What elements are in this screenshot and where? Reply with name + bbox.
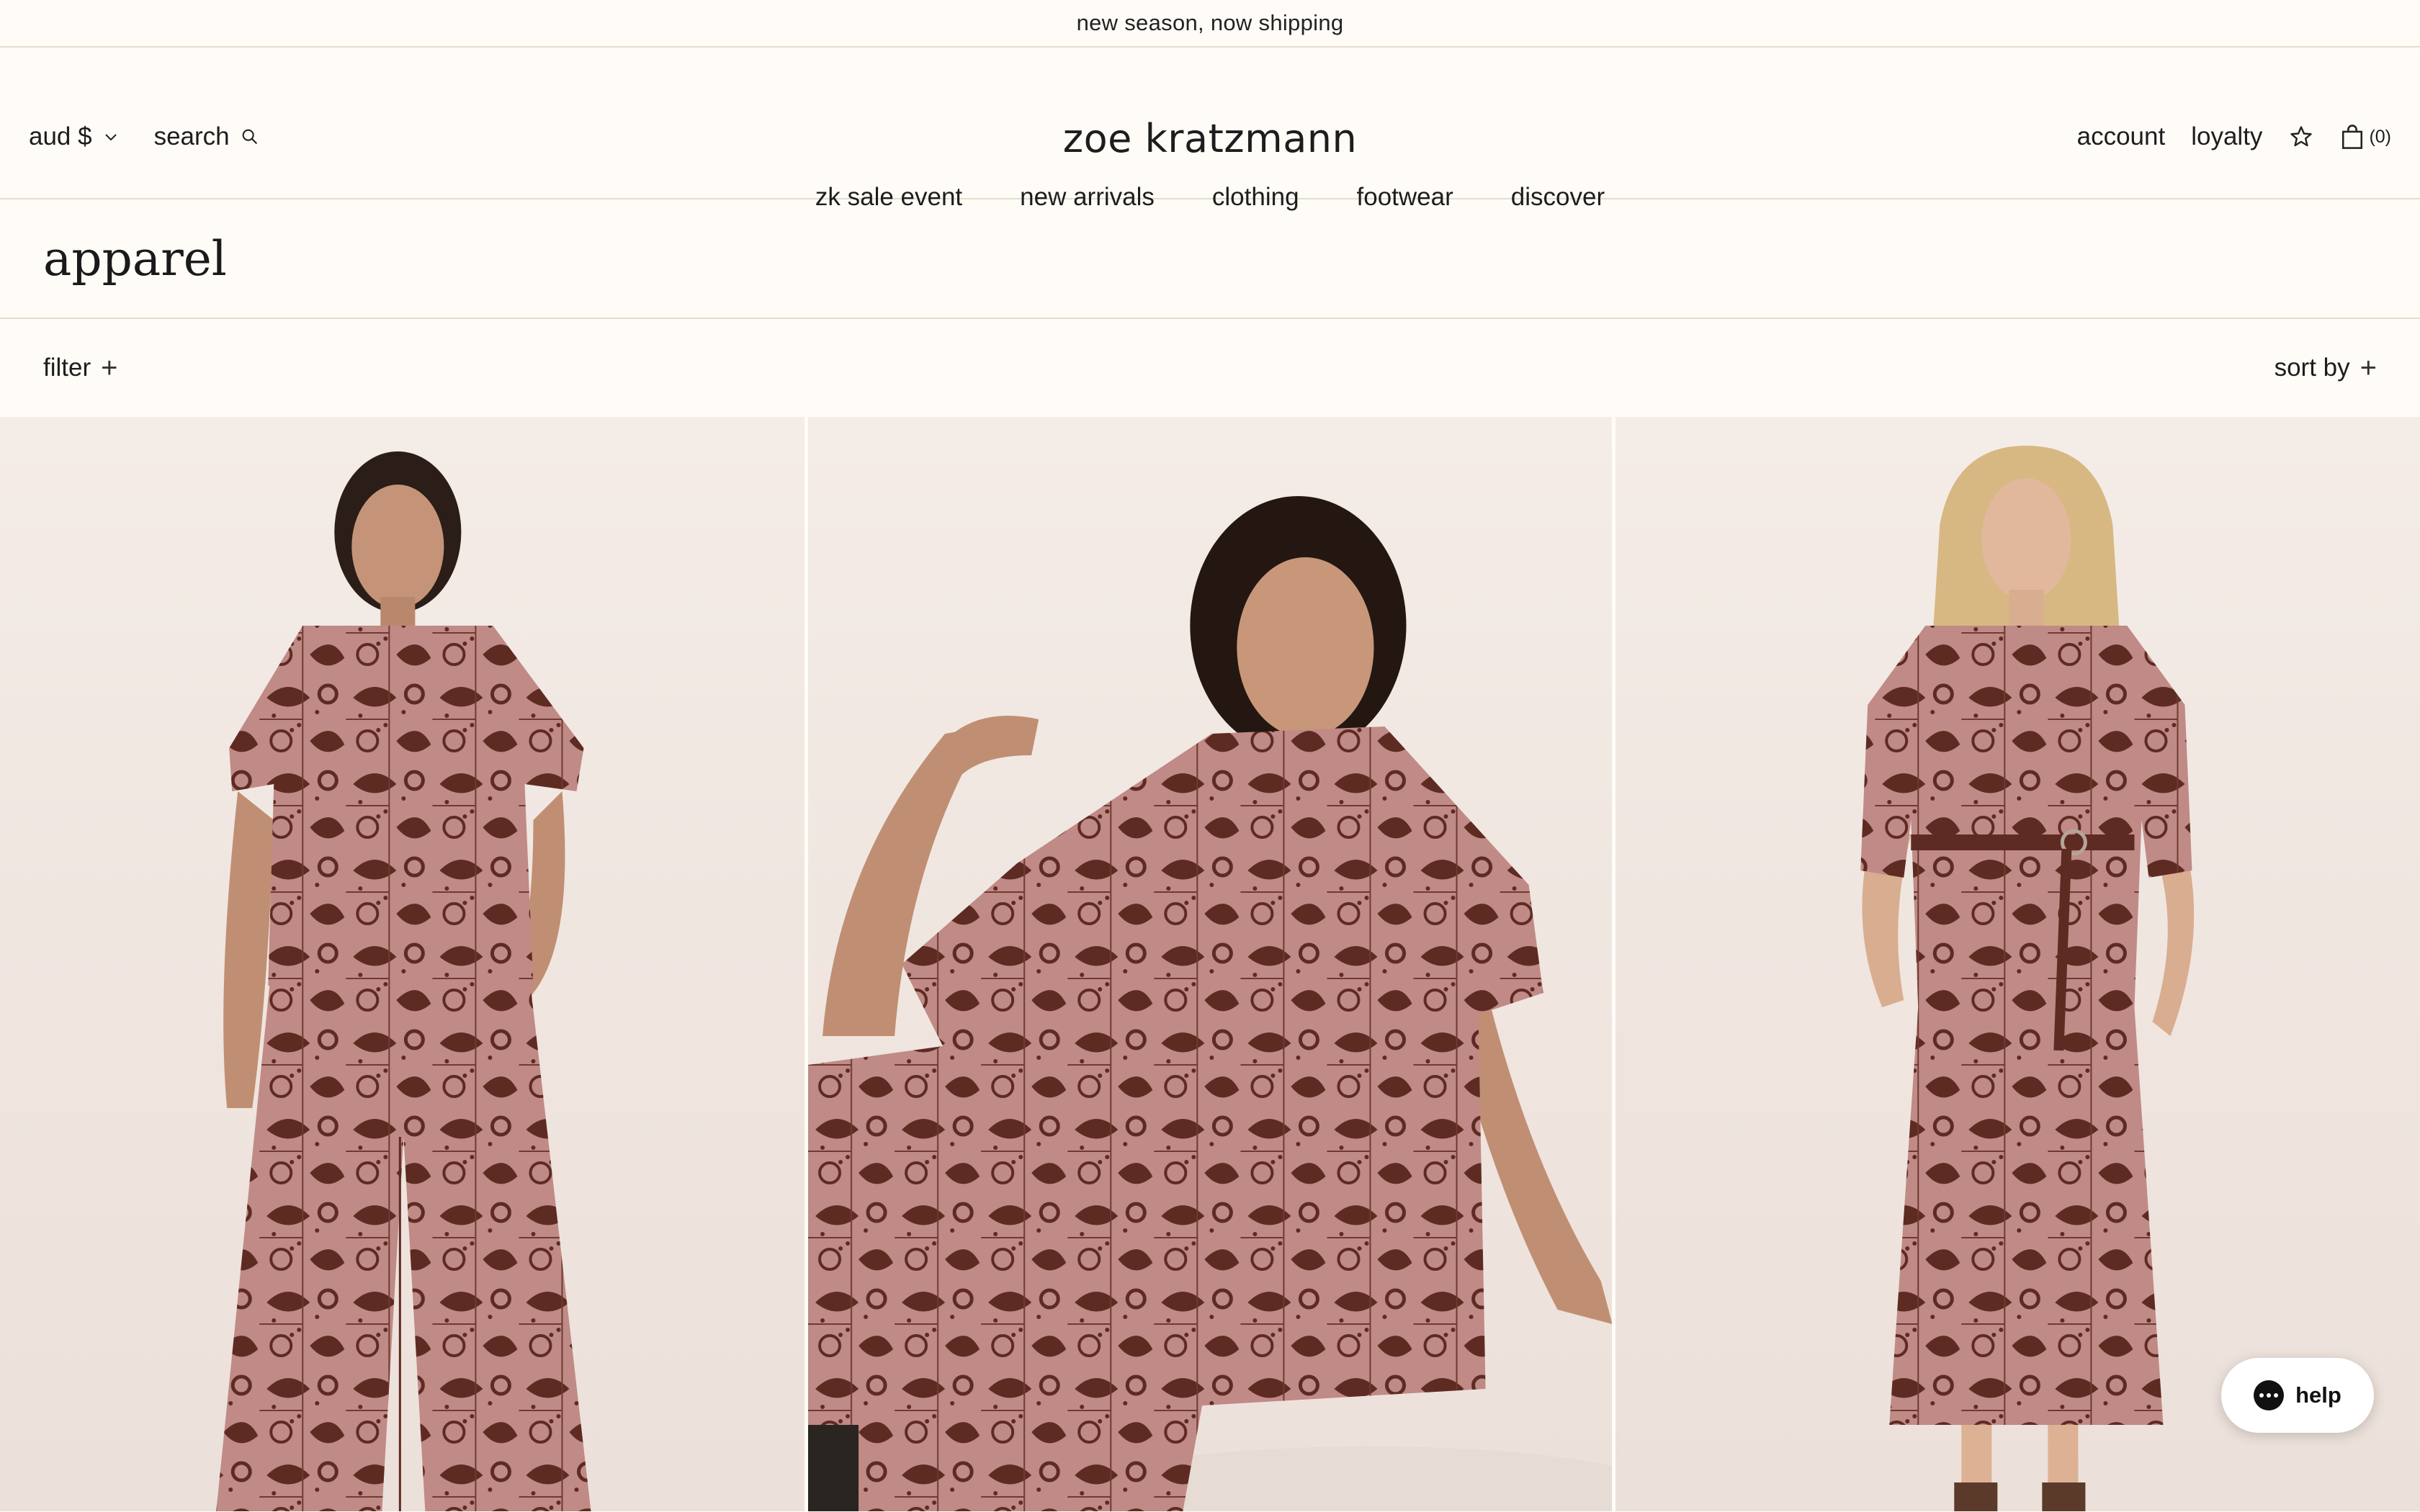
announcement-text: new season, now shipping <box>1076 10 1344 35</box>
main-nav: zk sale event new arrivals clothing foot… <box>0 183 2420 212</box>
page-title: apparel <box>43 230 227 287</box>
site-header: aud $ search zoe kratzmann account loyal… <box>0 48 2420 211</box>
nav-item-new-arrivals[interactable]: new arrivals <box>1020 183 1155 212</box>
account-link[interactable]: account <box>2077 122 2166 151</box>
loyalty-link[interactable]: loyalty <box>2191 122 2262 151</box>
star-icon[interactable] <box>2288 124 2314 150</box>
header-right: account loyalty (0) <box>2077 122 2391 151</box>
product-image <box>1860 446 2195 1511</box>
shopping-bag-icon <box>2342 125 2363 149</box>
product-card-1[interactable] <box>0 417 805 1511</box>
sort-label: sort by <box>2274 354 2350 382</box>
cart-button[interactable]: (0) <box>2340 123 2391 150</box>
product-card-3[interactable] <box>1615 417 2420 1511</box>
nav-item-footwear[interactable]: footwear <box>1357 183 1453 212</box>
product-grid <box>0 417 2420 1511</box>
sort-toggle[interactable]: sort by + <box>2275 354 2377 382</box>
plus-icon: + <box>2360 352 2377 384</box>
announcement-bar: new season, now shipping <box>0 0 2420 48</box>
filter-label: filter <box>43 354 91 382</box>
site-logo[interactable]: zoe kratzmann <box>0 116 2420 161</box>
product-image <box>807 496 1613 1511</box>
chat-bubble-icon <box>2254 1380 2285 1410</box>
help-chat-button[interactable]: help <box>2221 1358 2374 1433</box>
collection-header: apparel <box>0 199 2420 319</box>
nav-item-clothing[interactable]: clothing <box>1212 183 1299 212</box>
cart-count: (0) <box>2369 126 2391 147</box>
nav-item-zk-sale-event[interactable]: zk sale event <box>815 183 962 212</box>
product-card-2[interactable] <box>807 417 1613 1511</box>
help-label: help <box>2295 1382 2341 1408</box>
product-image <box>216 451 591 1511</box>
filter-bar: filter + sort by + <box>0 319 2420 417</box>
filter-toggle[interactable]: filter + <box>43 354 117 382</box>
nav-item-discover[interactable]: discover <box>1511 183 1605 212</box>
plus-icon: + <box>101 352 118 384</box>
